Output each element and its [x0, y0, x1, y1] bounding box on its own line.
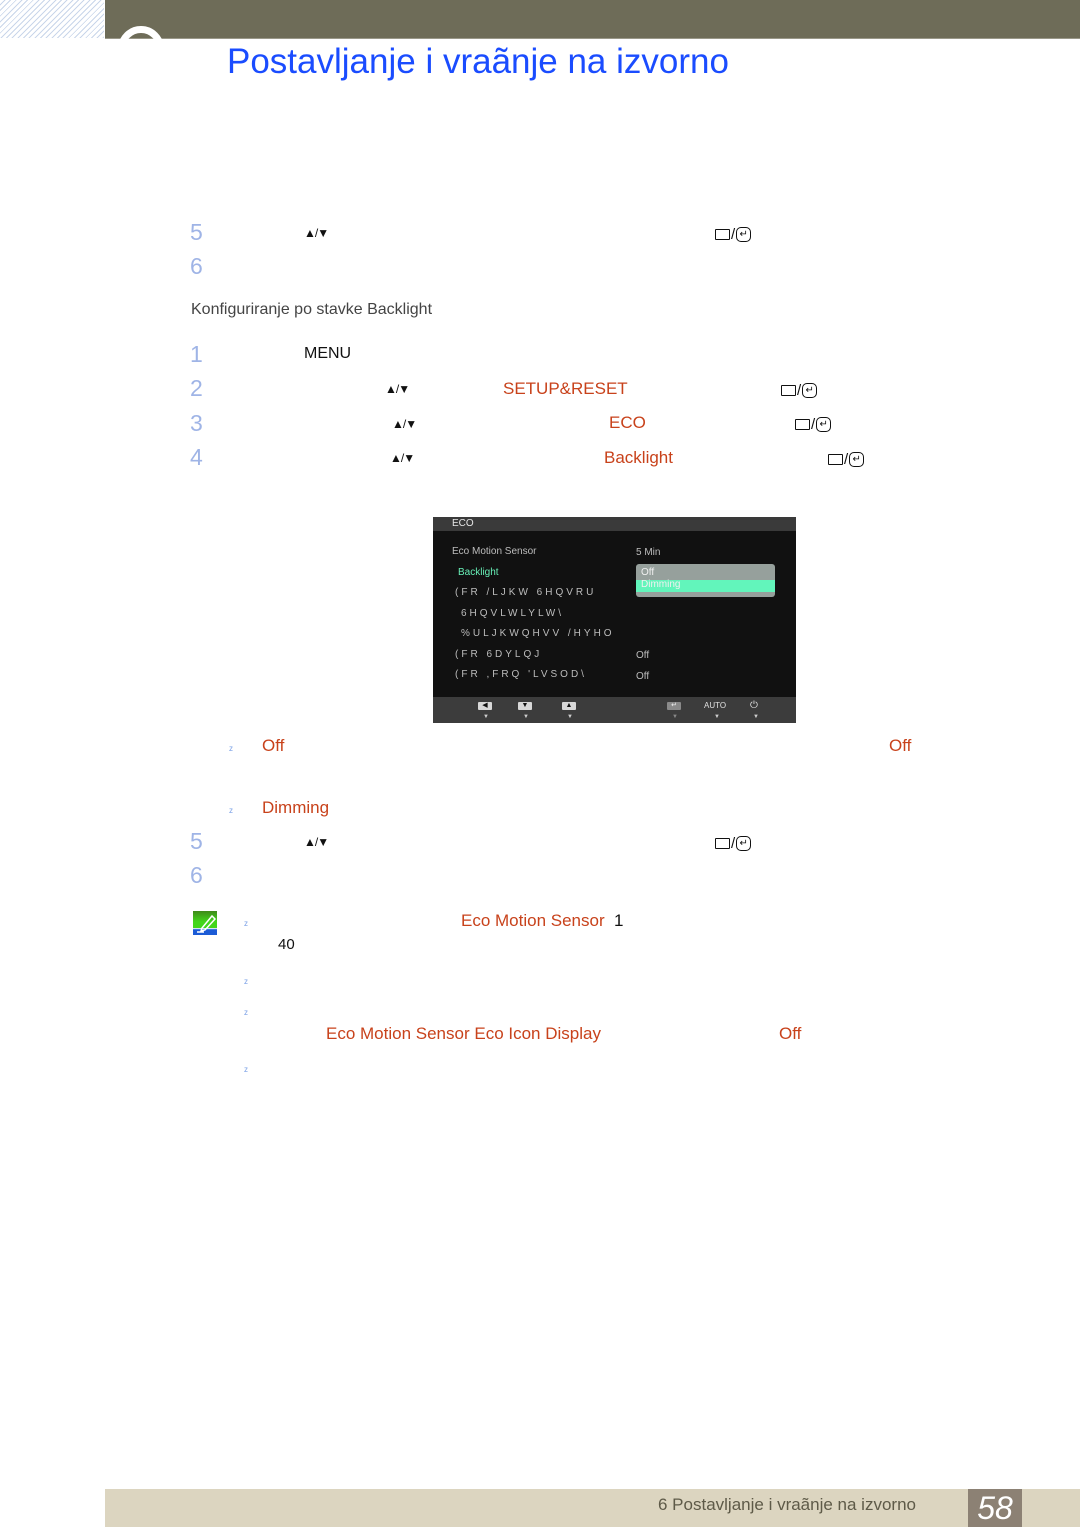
chapter-circle-icon — [118, 26, 164, 45]
osd-power-icon: ⏻ — [750, 700, 758, 711]
osd-dot-icon: ▼ — [483, 714, 489, 720]
osd-option-dimming: Dimming — [636, 579, 775, 592]
osd-option-off: Off — [641, 567, 655, 578]
menu-item-backlight: Backlight — [604, 448, 673, 467]
page-title: Postavljanje i vraãnje na izvorno — [227, 42, 729, 81]
osd-left-arrow-icon: ◀ — [478, 702, 492, 710]
menu-key-label: MENU — [304, 345, 352, 362]
step-number: 6 — [190, 253, 203, 279]
option-off-label: Off — [262, 736, 285, 755]
option-off-trailing: Off — [889, 736, 912, 755]
osd-value: Off — [636, 650, 650, 661]
step-number: 4 — [190, 444, 203, 470]
step-number: 1 — [190, 341, 203, 367]
note-off-value: Off — [779, 1024, 802, 1043]
bullet-icon: z — [244, 919, 248, 928]
up-down-arrow-icon: ▲/▼ — [392, 417, 417, 431]
step-number: 5 — [190, 828, 203, 854]
osd-item-sensitivity: 6HQVLWLYLW\ — [461, 608, 565, 619]
osd-dropdown: Off Dimming — [636, 564, 775, 597]
up-down-arrow-icon: ▲/▼ — [304, 835, 329, 849]
up-down-arrow-icon: ▲/▼ — [390, 451, 415, 465]
osd-value: 5 Min — [636, 547, 661, 558]
source-enter-button-icon: / ↵ — [715, 226, 752, 243]
osd-header: ECO — [433, 517, 796, 531]
osd-item-brightness-level: %ULJKWQHVV /HYHO — [461, 628, 615, 639]
section-heading: Konfiguriranje po stavke Backlight — [191, 301, 433, 318]
osd-item-eco-motion-sensor: Eco Motion Sensor — [452, 546, 537, 557]
bullet-icon: z — [229, 744, 233, 753]
menu-item-eco: ECO — [609, 413, 646, 432]
osd-down-arrow-icon: ▼ — [518, 702, 532, 710]
bullet-icon: z — [244, 1065, 248, 1074]
source-enter-button-icon: / ↵ — [781, 382, 818, 399]
step-number: 2 — [190, 375, 203, 401]
note-value: 40 — [278, 936, 295, 953]
step-number: 3 — [190, 410, 203, 436]
osd-menu-screenshot: ECO Eco Motion Sensor 5 Min Backlight (F… — [433, 517, 796, 723]
source-enter-button-icon: / ↵ — [828, 451, 865, 468]
header-hatch-decoration — [0, 0, 104, 38]
osd-enter-icon: ↵ — [667, 702, 681, 710]
up-down-arrow-icon: ▲/▼ — [385, 382, 410, 396]
page-footer — [105, 1489, 1080, 1527]
osd-dot-icon: ▼ — [714, 714, 720, 720]
option-dimming-label: Dimming — [262, 798, 330, 817]
up-down-arrow-icon: ▲/▼ — [304, 226, 329, 240]
bullet-icon: z — [244, 1008, 248, 1017]
osd-auto-label: AUTO — [704, 701, 727, 710]
bullet-icon: z — [244, 977, 248, 986]
osd-item-eco-saving: (FR 6DYLQJ — [455, 649, 543, 660]
note-eco-icon-display: Eco Motion Sensor Eco Icon Display — [326, 1024, 601, 1043]
footer-chapter-title: 6 Postavljanje i vraãnje na izvorno — [658, 1495, 916, 1514]
osd-item-eco-icon-display: (FR ,FRQ 'LVSOD\ — [455, 669, 587, 680]
source-enter-button-icon: / ↵ — [795, 416, 832, 433]
note-value: 1 — [614, 911, 624, 930]
bullet-icon: z — [229, 806, 233, 815]
osd-dot-icon: ▼ — [523, 714, 529, 720]
page-number: 58 — [968, 1489, 1022, 1527]
osd-dot-icon: ▼ — [753, 714, 759, 720]
note-eco-motion-sensor: Eco Motion Sensor — [461, 911, 605, 930]
osd-up-arrow-icon: ▲ — [562, 702, 576, 710]
osd-dot-icon: ▼ — [672, 714, 678, 720]
step-number: 5 — [190, 219, 203, 245]
menu-item-setup-reset: SETUP&RESET — [503, 379, 628, 398]
source-enter-button-icon: / ↵ — [715, 835, 752, 852]
osd-dot-icon: ▼ — [567, 714, 573, 720]
osd-item-eco-light-sensor: (FR /LJKW 6HQVRU — [455, 587, 597, 598]
step-number: 6 — [190, 862, 203, 888]
osd-footer: ◀ ▼ ▼ ▼ ▲ ▼ ↵ ▼ AUTO ▼ ⏻ ▼ — [433, 697, 796, 723]
header-bar — [105, 0, 1080, 39]
osd-item-backlight: Backlight — [458, 567, 499, 578]
note-pencil-icon — [193, 911, 217, 935]
osd-value: Off — [636, 671, 650, 682]
